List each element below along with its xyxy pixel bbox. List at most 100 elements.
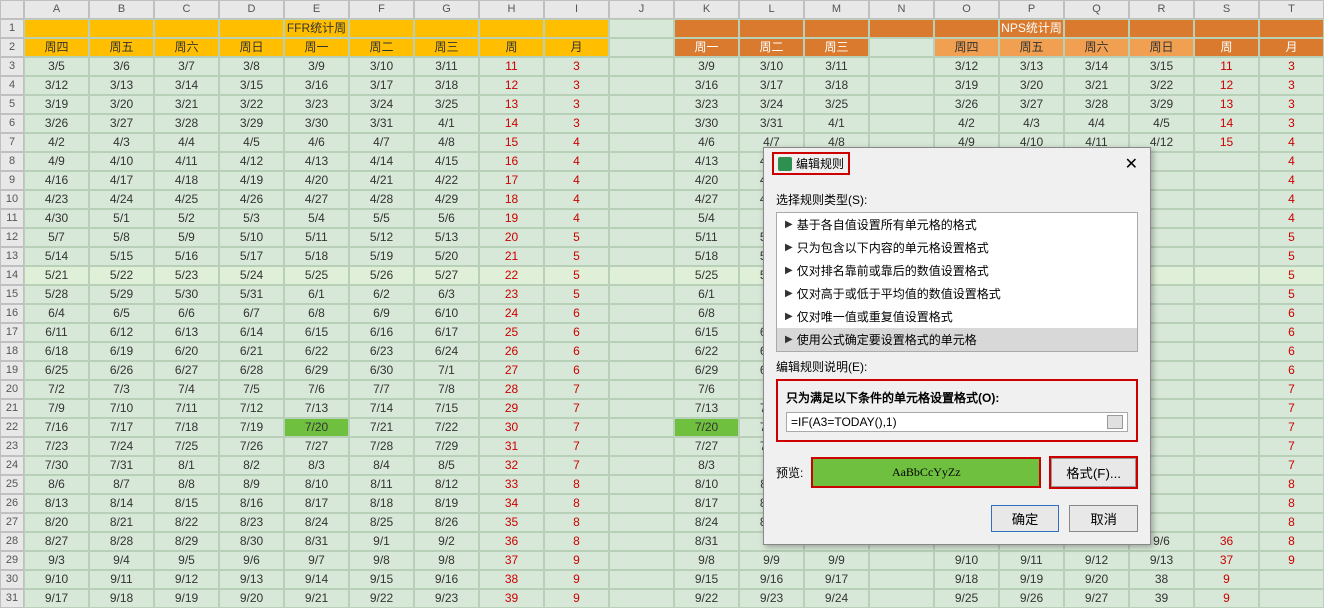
cell[interactable]: 18 — [479, 190, 544, 209]
cell[interactable] — [609, 133, 674, 152]
col-header[interactable]: D — [219, 0, 284, 19]
cell[interactable]: 4/5 — [1129, 114, 1194, 133]
cell[interactable]: 5/15 — [89, 247, 154, 266]
cell[interactable]: 7 — [544, 437, 609, 456]
cell[interactable]: 4/18 — [154, 171, 219, 190]
cell[interactable] — [609, 570, 674, 589]
cell[interactable]: 9/10 — [24, 570, 89, 589]
cell[interactable]: 4/20 — [284, 171, 349, 190]
col-header[interactable]: F — [349, 0, 414, 19]
cell[interactable]: 3/31 — [739, 114, 804, 133]
col-header[interactable]: K — [674, 0, 739, 19]
cell[interactable]: 6 — [544, 361, 609, 380]
row-header[interactable]: 18 — [0, 342, 24, 361]
cell[interactable]: 3 — [544, 114, 609, 133]
cell[interactable]: 8/30 — [219, 532, 284, 551]
cell[interactable]: 34 — [479, 494, 544, 513]
cell[interactable]: 9/16 — [739, 570, 804, 589]
cell[interactable]: 4/1 — [804, 114, 869, 133]
cell[interactable]: 3/29 — [219, 114, 284, 133]
cell[interactable]: 3/10 — [349, 57, 414, 76]
cell[interactable]: 4/6 — [674, 133, 739, 152]
cell[interactable]: 3/17 — [349, 76, 414, 95]
row-header[interactable]: 20 — [0, 380, 24, 399]
cell[interactable]: 3/14 — [154, 76, 219, 95]
cell[interactable]: 4/27 — [284, 190, 349, 209]
cell[interactable]: 5/24 — [219, 266, 284, 285]
col-header[interactable]: Q — [1064, 0, 1129, 19]
cell[interactable] — [609, 551, 674, 570]
cell[interactable] — [609, 285, 674, 304]
cell[interactable]: 3/13 — [999, 57, 1064, 76]
cell[interactable]: 13 — [479, 95, 544, 114]
cell[interactable]: 4/14 — [349, 152, 414, 171]
cell[interactable] — [609, 589, 674, 608]
cell[interactable]: 6/22 — [284, 342, 349, 361]
cell[interactable]: 9/4 — [89, 551, 154, 570]
cell[interactable] — [739, 19, 804, 38]
cell[interactable] — [609, 57, 674, 76]
cell[interactable]: 6/28 — [219, 361, 284, 380]
cell[interactable]: 6 — [544, 323, 609, 342]
cell[interactable]: 4/7 — [349, 133, 414, 152]
cell[interactable]: 6/16 — [349, 323, 414, 342]
cell[interactable]: 36 — [1194, 532, 1259, 551]
cell[interactable] — [869, 76, 934, 95]
rule-item[interactable]: ▶只为包含以下内容的单元格设置格式 — [777, 236, 1137, 259]
cell[interactable]: 37 — [1194, 551, 1259, 570]
cell[interactable]: 8/28 — [89, 532, 154, 551]
cell[interactable]: 3 — [1259, 114, 1324, 133]
row-header[interactable]: 2 — [0, 38, 24, 57]
cell[interactable]: 7/16 — [24, 418, 89, 437]
col-header[interactable]: S — [1194, 0, 1259, 19]
cell[interactable]: 6/2 — [349, 285, 414, 304]
cell[interactable]: 8 — [1259, 475, 1324, 494]
cell[interactable]: 8 — [544, 532, 609, 551]
cell[interactable]: 4 — [1259, 190, 1324, 209]
cell[interactable]: 6 — [1259, 342, 1324, 361]
cell[interactable]: 8/17 — [674, 494, 739, 513]
cell[interactable]: 9/15 — [674, 570, 739, 589]
cell[interactable]: 4 — [544, 171, 609, 190]
cell[interactable]: 3 — [1259, 76, 1324, 95]
cell[interactable]: 8/24 — [284, 513, 349, 532]
cell[interactable]: 周五 — [89, 38, 154, 57]
cell[interactable]: 5/22 — [89, 266, 154, 285]
cell[interactable]: 5/6 — [414, 209, 479, 228]
cell[interactable]: 9/23 — [739, 589, 804, 608]
cell[interactable]: 9/17 — [24, 589, 89, 608]
cell[interactable] — [1194, 152, 1259, 171]
cell[interactable]: 9/25 — [934, 589, 999, 608]
cell[interactable]: 27 — [479, 361, 544, 380]
cell[interactable]: 39 — [479, 589, 544, 608]
rule-item[interactable]: ▶基于各自值设置所有单元格的格式 — [777, 213, 1137, 236]
cell[interactable]: 3/23 — [674, 95, 739, 114]
cell[interactable]: 周 — [479, 38, 544, 57]
cell[interactable]: 8/20 — [24, 513, 89, 532]
cell[interactable]: 6/1 — [674, 285, 739, 304]
cell[interactable]: 6/30 — [349, 361, 414, 380]
cell[interactable]: 3/8 — [219, 57, 284, 76]
cell[interactable]: 7/18 — [154, 418, 219, 437]
cell[interactable]: 7 — [1259, 456, 1324, 475]
cell[interactable]: 6/8 — [284, 304, 349, 323]
cell[interactable]: 4/3 — [999, 114, 1064, 133]
cell[interactable]: 7/7 — [349, 380, 414, 399]
cell[interactable]: 6/22 — [674, 342, 739, 361]
cell[interactable]: 7/3 — [89, 380, 154, 399]
cell[interactable]: 4/2 — [934, 114, 999, 133]
col-header[interactable]: T — [1259, 0, 1324, 19]
col-header[interactable]: A — [24, 0, 89, 19]
cell[interactable]: 3/12 — [24, 76, 89, 95]
cell[interactable]: 9/21 — [284, 589, 349, 608]
row-header[interactable]: 13 — [0, 247, 24, 266]
cell[interactable]: 5/11 — [284, 228, 349, 247]
cell[interactable]: 15 — [1194, 133, 1259, 152]
cell[interactable]: 4/3 — [89, 133, 154, 152]
cell[interactable]: 3/24 — [349, 95, 414, 114]
cell[interactable]: 3/21 — [154, 95, 219, 114]
formula-input[interactable]: =IF(A3=TODAY(),1) — [786, 412, 1128, 432]
cell[interactable]: 6/15 — [284, 323, 349, 342]
cell[interactable]: 6 — [1259, 361, 1324, 380]
cell[interactable]: 8 — [544, 494, 609, 513]
